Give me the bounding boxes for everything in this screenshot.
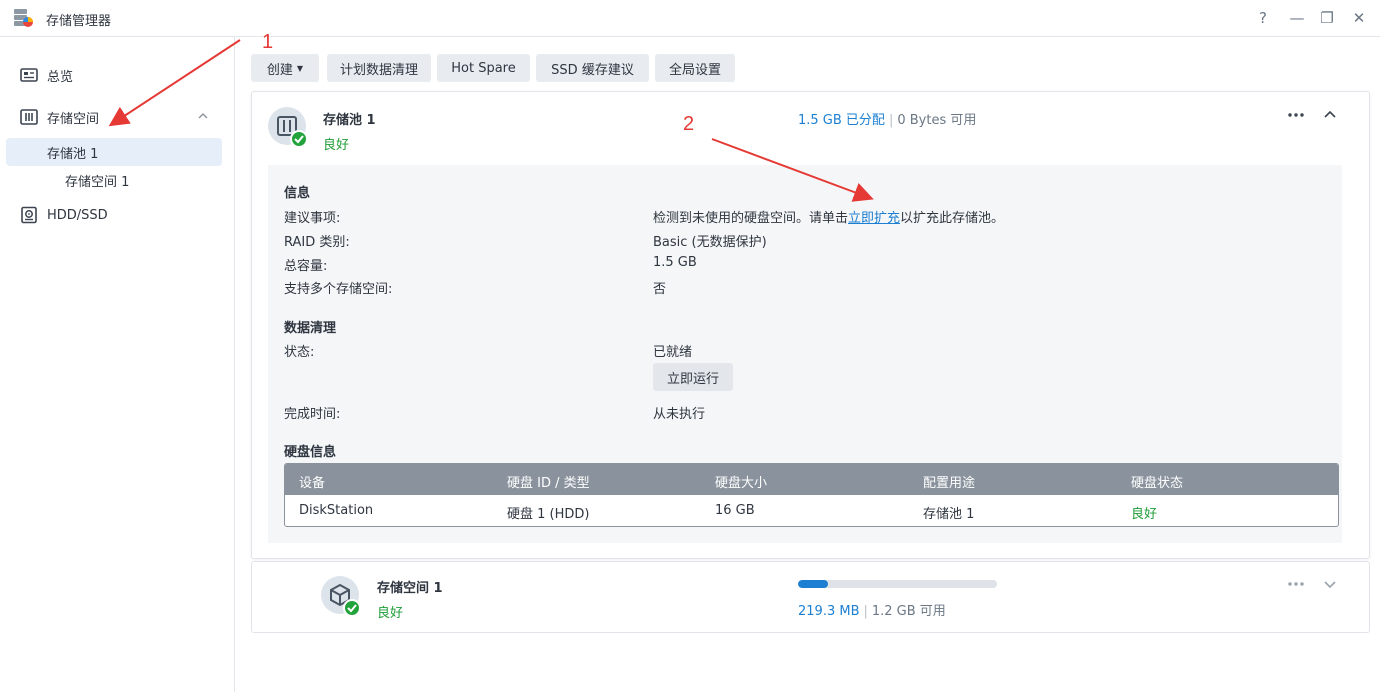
column-header-size: 硬盘大小 — [715, 476, 768, 491]
create-button[interactable]: 创建 ▼ — [251, 54, 319, 82]
column-header-allocation: 配置用途 — [923, 476, 976, 491]
sidebar-item-label: 存储池 1 — [47, 146, 99, 162]
disk-device: DiskStation — [299, 503, 374, 518]
finish-time-label: 完成时间: — [284, 407, 341, 422]
pool-name: 存储池 1 — [323, 113, 376, 128]
volume-icon — [321, 576, 361, 617]
pool-allocated: 1.5 GB 已分配 — [798, 113, 885, 128]
pool-available: 0 Bytes 可用 — [897, 113, 977, 128]
sidebar-item-label: HDD/SSD — [47, 207, 108, 223]
column-header-disk-id: 硬盘 ID / 类型 — [507, 476, 590, 491]
volume-used: 219.3 MB — [798, 604, 860, 619]
sidebar-item-volume[interactable]: 存储空间 1 — [6, 166, 222, 194]
info-section-title: 信息 — [284, 186, 311, 201]
table-header: 设备 硬盘 ID / 类型 硬盘大小 配置用途 硬盘状态 — [285, 464, 1338, 495]
ssd-cache-advice-button[interactable]: SSD 缓存建议 — [536, 54, 649, 82]
overview-icon — [20, 68, 38, 82]
suggestion-value: 检测到未使用的硬盘空间。请单击立即扩充以扩充此存储池。 — [653, 207, 1004, 226]
sidebar-item-pool[interactable]: 存储池 1 — [6, 138, 222, 166]
column-header-status: 硬盘状态 — [1131, 476, 1184, 491]
table-row[interactable]: DiskStation 硬盘 1 (HDD) 16 GB 存储池 1 良好 — [285, 495, 1338, 526]
run-now-button[interactable]: 立即运行 — [653, 363, 733, 391]
disk-id: 硬盘 1 (HDD) — [507, 507, 590, 522]
create-button-label: 创建 — [266, 62, 293, 78]
storage-pool-icon — [268, 107, 308, 148]
chevron-up-icon[interactable] — [196, 109, 210, 123]
storage-icon — [20, 109, 38, 125]
sidebar-item-label: 存储空间 — [47, 111, 100, 127]
hdd-icon — [21, 206, 37, 224]
storage-pool-card: 存储池 1 良好 1.5 GB 已分配 | 0 Bytes 可用 信息 建议事项: … — [251, 91, 1370, 559]
pool-allocation: 1.5 GB 已分配 | 0 Bytes 可用 — [798, 113, 977, 128]
scrub-status-label: 状态: — [284, 345, 315, 360]
more-options-icon[interactable] — [1285, 574, 1307, 594]
multi-volume-value: 否 — [653, 282, 667, 297]
column-header-device: 设备 — [299, 476, 326, 491]
schedule-scrub-button[interactable]: 计划数据清理 — [327, 54, 431, 82]
volume-usage: 219.3 MB | 1.2 GB 可用 — [798, 604, 946, 619]
disk-size: 16 GB — [715, 503, 755, 518]
title-bar: 存储管理器 ? — ❐ ✕ — [0, 0, 1380, 37]
minimize-icon[interactable]: — — [1288, 9, 1306, 27]
sidebar-item-overview[interactable]: 总览 — [6, 61, 222, 89]
finish-time-value: 从未执行 — [653, 407, 706, 422]
caret-down-icon: ▼ — [296, 63, 304, 73]
annotation-number-2: 2 — [683, 113, 695, 135]
chevron-up-icon[interactable] — [1320, 105, 1340, 125]
disk-status: 良好 — [1131, 507, 1158, 522]
volume-available: 1.2 GB 可用 — [871, 604, 946, 619]
disk-info-table: 设备 硬盘 ID / 类型 硬盘大小 配置用途 硬盘状态 DiskStation… — [284, 463, 1339, 527]
raid-type-value: Basic (无数据保护) — [653, 235, 767, 250]
close-icon[interactable]: ✕ — [1350, 9, 1368, 27]
more-options-icon[interactable] — [1285, 105, 1307, 125]
scrub-section-title: 数据清理 — [284, 321, 337, 336]
suggestion-label: 建议事项: — [284, 211, 341, 226]
total-capacity-label: 总容量: — [284, 259, 328, 274]
raid-type-label: RAID 类别: — [284, 235, 350, 250]
scrub-status-value: 已就绪 — [653, 345, 693, 360]
suggestion-text: 检测到未使用的硬盘空间。请单击 — [653, 211, 849, 226]
total-capacity-value: 1.5 GB — [653, 255, 697, 270]
volume-status: 良好 — [377, 606, 404, 621]
volume-name: 存储空间 1 — [377, 581, 443, 596]
expand-now-link[interactable]: 立即扩充 — [848, 211, 900, 226]
help-icon[interactable]: ? — [1254, 9, 1272, 27]
disk-allocation: 存储池 1 — [923, 507, 975, 522]
sidebar-item-storage[interactable]: 存储空间 — [6, 103, 222, 131]
pool-detail-panel: 信息 建议事项: 检测到未使用的硬盘空间。请单击立即扩充以扩充此存储池。 RAI… — [268, 165, 1342, 543]
global-settings-button[interactable]: 全局设置 — [655, 54, 735, 82]
disk-info-section-title: 硬盘信息 — [284, 445, 337, 460]
annotation-number-1: 1 — [262, 31, 274, 53]
sidebar-item-hdd[interactable]: HDD/SSD — [6, 201, 222, 229]
restore-icon[interactable]: ❐ — [1318, 9, 1336, 27]
volume-card: 存储空间 1 良好 219.3 MB | 1.2 GB 可用 — [251, 561, 1370, 633]
sidebar-item-label: 存储空间 1 — [65, 174, 130, 190]
sidebar: 总览 存储空间 存储池 1 存储空间 1 HDD/SSD — [0, 37, 235, 692]
pool-status: 良好 — [323, 138, 350, 153]
volume-usage-bar — [798, 580, 997, 588]
hot-spare-button[interactable]: Hot Spare — [437, 54, 530, 82]
app-title: 存储管理器 — [46, 14, 112, 29]
storage-manager-app-icon — [14, 9, 33, 27]
volume-usage-fill — [798, 580, 828, 588]
suggestion-text-end: 以扩充此存储池。 — [900, 211, 1005, 226]
multi-volume-label: 支持多个存储空间: — [284, 282, 393, 297]
chevron-down-icon[interactable] — [1320, 574, 1340, 594]
sidebar-item-label: 总览 — [47, 69, 74, 85]
